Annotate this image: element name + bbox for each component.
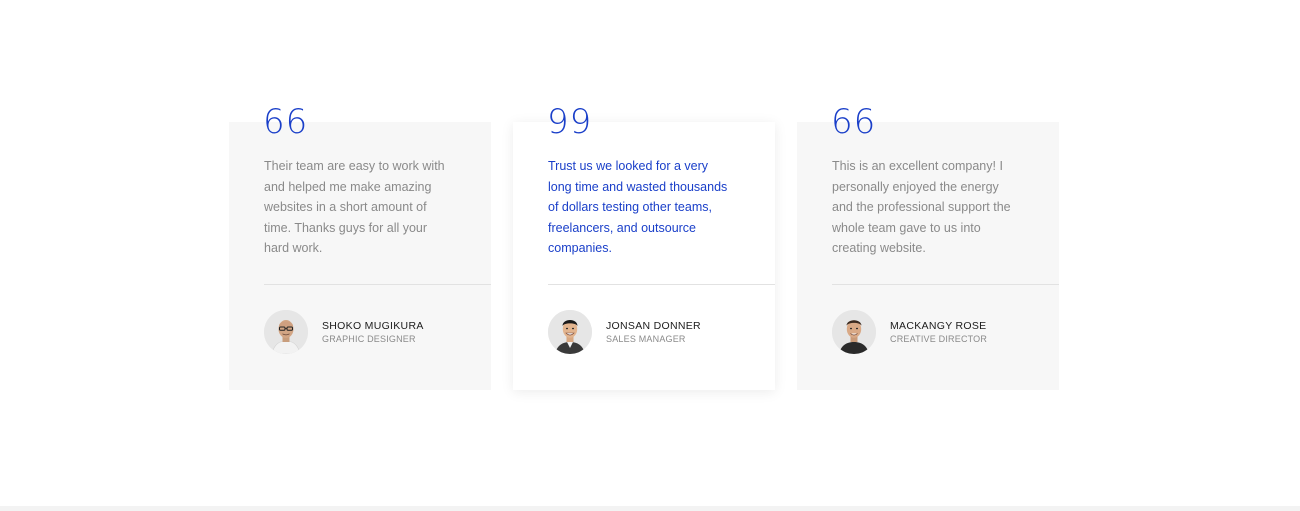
testimonials-section: 66 Their team are easy to work with and … xyxy=(0,0,1300,511)
author-name: SHOKO MUGIKURA xyxy=(322,319,424,332)
avatar-man-icon xyxy=(832,310,876,354)
testimonial-card: 66 Their team are easy to work with and … xyxy=(229,104,491,390)
author-role: GRAPHIC DESIGNER xyxy=(322,333,416,344)
author: MACKANGY ROSE CREATIVE DIRECTOR xyxy=(832,310,987,354)
quote-mark: 66 xyxy=(263,102,309,142)
author-info: MACKANGY ROSE CREATIVE DIRECTOR xyxy=(890,319,987,346)
author-info: JONSAN DONNER SALES MANAGER xyxy=(606,319,701,346)
avatar-bald-glasses-icon xyxy=(264,310,308,354)
testimonial-text: Trust us we looked for a very long time … xyxy=(548,159,728,255)
author: JONSAN DONNER SALES MANAGER xyxy=(548,310,701,354)
testimonial-text: This is an excellent company! I personal… xyxy=(832,159,1011,255)
author: SHOKO MUGIKURA GRAPHIC DESIGNER xyxy=(264,310,424,354)
divider xyxy=(548,284,775,285)
testimonial-card-featured: 99 Trust us we looked for a very long ti… xyxy=(513,104,775,390)
author-name: MACKANGY ROSE xyxy=(890,319,987,332)
author-role: CREATIVE DIRECTOR xyxy=(890,333,988,344)
author-name: JONSAN DONNER xyxy=(606,319,701,332)
section-bottom-border xyxy=(0,506,1300,511)
testimonial-card: 66 This is an excellent company! I perso… xyxy=(797,104,1059,390)
divider xyxy=(264,284,491,285)
author-role: SALES MANAGER xyxy=(606,333,686,344)
author-info: SHOKO MUGIKURA GRAPHIC DESIGNER xyxy=(322,319,424,346)
divider xyxy=(832,284,1059,285)
testimonial-text: Their team are easy to work with and hel… xyxy=(264,159,445,255)
quote-mark: 66 xyxy=(831,102,877,142)
quote-mark: 99 xyxy=(547,102,593,142)
avatar-smiling-man-icon xyxy=(548,310,592,354)
